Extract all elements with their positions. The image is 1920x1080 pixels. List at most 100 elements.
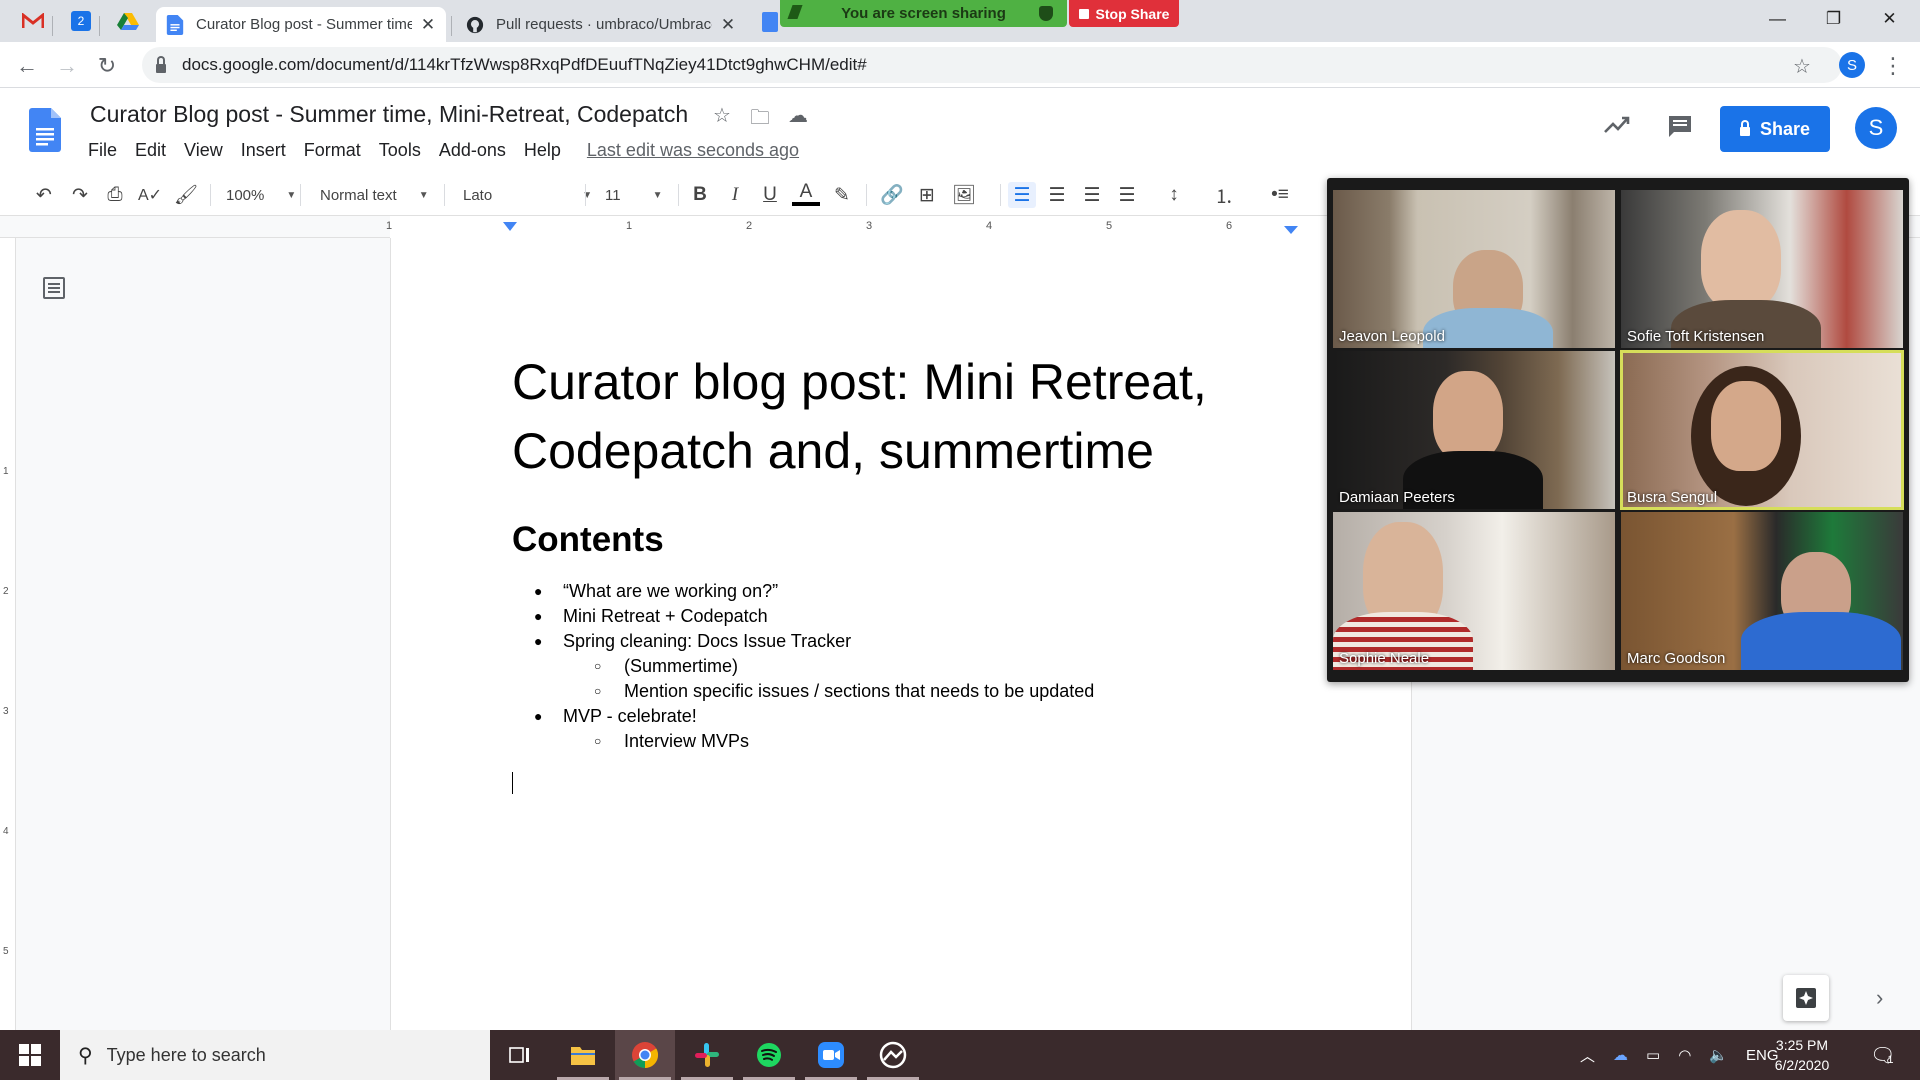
explore-button[interactable] [1783,975,1829,1021]
slack-app[interactable] [677,1030,737,1080]
right-indent-marker-icon[interactable] [1284,226,1298,234]
zoom-select[interactable]: 100% ▼ [226,182,296,208]
calendar-icon: 2 [71,11,91,31]
insert-image-icon[interactable]: 🖼 [950,182,978,208]
onedrive-icon[interactable]: ☁ [1613,1046,1628,1064]
bullet-icon: ● [534,708,543,724]
zoom-gallery[interactable]: Jeavon Leopold Sofie Toft Kristensen Dam… [1327,178,1909,682]
tab-curator-blog[interactable]: Curator Blog post - Summer time, Mini-Re… [156,7,446,42]
browser-menu-icon[interactable]: ⋮ [1878,51,1908,81]
calendar-pinned-tab[interactable]: 2 [68,8,94,34]
print-icon[interactable]: ⎙ [101,182,129,208]
add-comment-icon[interactable]: ⊞ [913,182,941,208]
zoom-app[interactable] [801,1030,861,1080]
restore-button[interactable]: ❐ [1806,0,1861,38]
side-panel-chevron-icon[interactable]: › [1876,985,1883,1011]
wifi-icon[interactable]: ◠ [1678,1046,1691,1064]
numbered-list-icon[interactable]: ⒈ [1210,182,1238,208]
bookmark-star-icon[interactable]: ☆ [1787,51,1817,81]
video-tile[interactable]: Sophie Neale [1333,512,1615,670]
tray-expand-icon[interactable]: ︿ [1580,1045,1595,1066]
steam-app[interactable] [863,1030,923,1080]
star-icon[interactable]: ☆ [710,103,734,137]
gmail-pinned-tab[interactable] [20,8,46,34]
menu-file[interactable]: File [88,140,117,161]
share-button[interactable]: Share [1720,106,1830,152]
video-tile[interactable]: Jeavon Leopold [1333,190,1615,348]
drive-pinned-tab[interactable] [115,8,141,34]
link-icon[interactable]: 🔗 [878,182,906,208]
video-tile-active-speaker[interactable]: Busra Sengul [1620,350,1904,510]
menu-view[interactable]: View [184,140,223,161]
spotify-app[interactable] [739,1030,799,1080]
document-page[interactable]: Curator blog post: Mini Retreat, Codepat… [390,238,1412,1030]
list-item: ○ Mention specific issues / sections that… [512,679,1094,704]
document-title[interactable]: Curator Blog post - Summer time, Mini-Re… [90,101,688,128]
address-bar[interactable]: docs.google.com/document/d/114krTfzWwsp8… [142,47,1842,83]
gmail-icon [22,13,44,28]
reload-button[interactable]: ↻ [92,51,122,81]
profile-avatar[interactable]: S [1839,52,1865,78]
start-button[interactable] [0,1030,60,1080]
font-size-select[interactable]: 11 ▼ [605,182,662,208]
align-center-icon[interactable]: ☰ [1043,182,1071,208]
volume-icon[interactable]: 🔈 [1709,1046,1728,1064]
spellcheck-icon[interactable]: A✓ [136,182,164,208]
move-folder-icon[interactable]: 🗀 [748,103,772,137]
line-spacing-icon[interactable]: ↕ [1160,182,1188,208]
minimize-button[interactable]: — [1750,0,1805,38]
notification-center-button[interactable]: 🗨 1 [1870,1030,1895,1080]
align-left-icon[interactable]: ☰ [1008,182,1036,208]
menu-tools[interactable]: Tools [379,140,421,161]
docs-logo-icon[interactable] [29,108,61,152]
menu-format[interactable]: Format [304,140,361,161]
activity-trend-icon[interactable] [1603,114,1631,142]
video-tile[interactable]: Sofie Toft Kristensen [1621,190,1903,348]
bold-icon[interactable]: B [686,182,714,208]
redo-icon[interactable]: ↷ [66,182,94,208]
chrome-app[interactable] [615,1030,675,1080]
file-explorer-app[interactable] [553,1030,613,1080]
spotify-icon [757,1043,781,1067]
bulleted-list-icon[interactable]: •≡ [1266,182,1294,208]
account-avatar[interactable]: S [1855,107,1897,149]
vruler-label: 3 [3,706,9,717]
justify-icon[interactable]: ☰ [1113,182,1141,208]
highlight-icon[interactable]: ✎ [828,182,856,208]
windows-taskbar: ⚲ Type here to search ︿ ☁ ▭ ◠ 🔈 ENG 3:25… [0,1030,1920,1080]
forward-button[interactable]: → [52,51,82,81]
style-value: Normal text [320,186,397,204]
italic-icon[interactable]: I [721,182,749,208]
underline-icon[interactable]: U [756,182,784,208]
taskbar-clock[interactable]: 3:25 PM 6/2/2020 [1762,1035,1842,1075]
tab-pull-requests[interactable]: Pull requests · umbraco/UmbracoDocs ✕ [456,7,746,42]
taskbar-search[interactable]: ⚲ Type here to search [60,1030,490,1080]
comments-icon[interactable] [1667,114,1693,145]
menu-edit[interactable]: Edit [135,140,166,161]
style-select[interactable]: Normal text ▼ [320,182,429,208]
menu-insert[interactable]: Insert [241,140,286,161]
vertical-ruler[interactable]: 1 2 3 4 5 [0,238,16,1030]
undo-icon[interactable]: ↶ [30,182,58,208]
battery-icon[interactable]: ▭ [1646,1046,1660,1064]
document-outline-icon[interactable] [43,277,65,299]
last-edit-link[interactable]: Last edit was seconds ago [587,140,799,161]
docs-favicon-icon[interactable] [762,12,778,32]
close-window-button[interactable]: ✕ [1862,0,1917,38]
paint-format-icon[interactable]: 🖌 [172,182,200,208]
font-select[interactable]: Lato ▼ [463,182,592,208]
back-button[interactable]: ← [12,51,42,81]
close-tab-icon[interactable]: ✕ [720,15,736,35]
align-right-icon[interactable]: ☰ [1078,182,1106,208]
video-tile[interactable]: Damiaan Peeters [1333,351,1615,509]
menu-addons[interactable]: Add-ons [439,140,506,161]
task-view-button[interactable] [490,1030,550,1080]
menu-help[interactable]: Help [524,140,561,161]
zoom-sharing-banner[interactable]: You are screen sharing [780,0,1067,27]
video-tile[interactable]: Marc Goodson [1621,512,1903,670]
stop-share-button[interactable]: Stop Share [1069,0,1179,27]
text-color-icon[interactable]: A [792,181,820,206]
cloud-status-icon[interactable]: ☁ [786,103,810,137]
indent-marker-icon[interactable] [503,222,517,231]
close-tab-icon[interactable]: ✕ [420,15,436,35]
